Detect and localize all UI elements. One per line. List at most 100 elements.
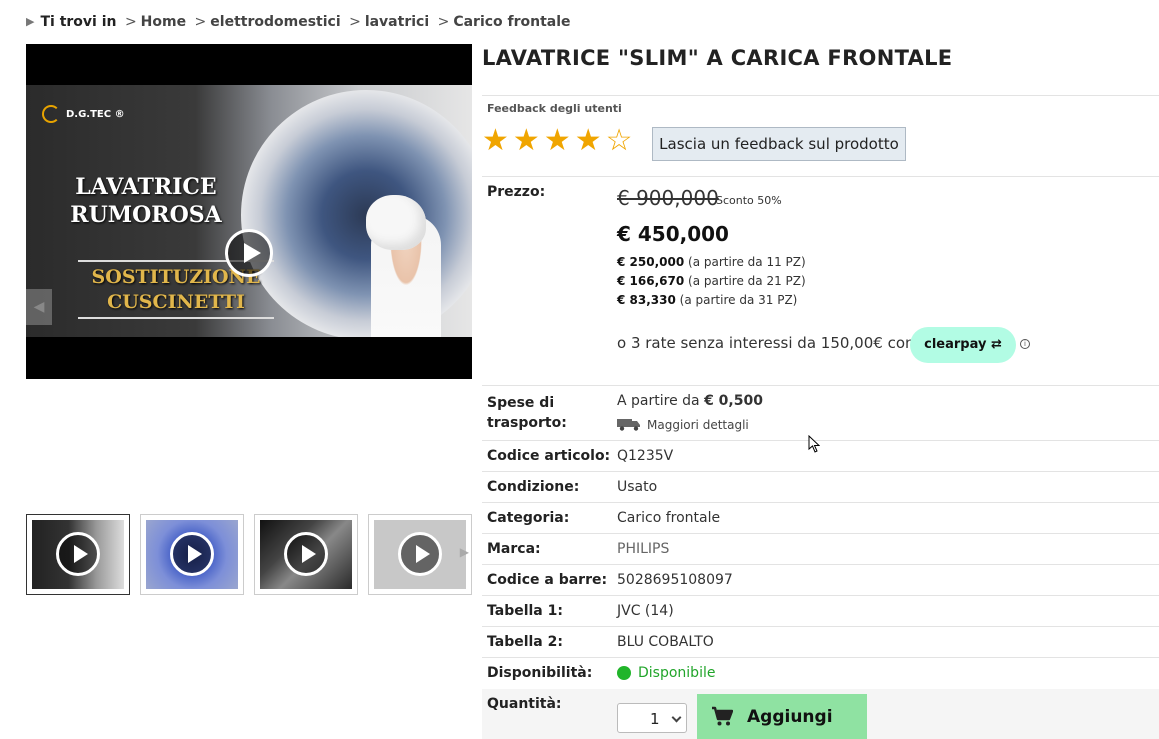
available-status-icon <box>617 666 631 680</box>
shipping-prefix: A partire da <box>617 393 700 409</box>
breadcrumb-lavatrici[interactable]: lavatrici <box>365 14 429 30</box>
leave-feedback-button[interactable]: Lascia un feedback sul prodotto <box>652 127 906 161</box>
thumbnail-strip: ▶ <box>26 514 472 595</box>
tier-price: € 83,330 (a partire da 31 PZ) <box>617 293 797 307</box>
installments-text: o 3 rate senza interessi da 150,00€ con <box>617 334 915 352</box>
breadcrumb-separator: > <box>194 14 207 30</box>
divider <box>482 95 1159 96</box>
divider <box>482 564 1159 565</box>
product-video[interactable]: D.G.TEC ® LAVATRICE RUMOROSA SOSTITUZION… <box>26 44 472 379</box>
divider <box>482 533 1159 534</box>
divider <box>482 657 1159 658</box>
spec-label: Codice articolo: <box>487 448 611 464</box>
video-headline: LAVATRICE RUMOROSA <box>70 174 222 228</box>
spec-value: Usato <box>617 479 658 495</box>
spec-label: Marca: <box>487 541 541 557</box>
breadcrumb-home[interactable]: Home <box>141 14 186 30</box>
shipping-label-line1: Spese di <box>487 395 555 411</box>
spec-label: Condizione: <box>487 479 580 495</box>
product-title: LAVATRICE "SLIM" A CARICA FRONTALE <box>482 46 953 70</box>
tier-amount: € 166,670 <box>617 274 685 288</box>
pillow-image <box>366 195 426 250</box>
breadcrumb-elettrodomestici[interactable]: elettrodomestici <box>210 14 340 30</box>
current-price: € 450,000 <box>617 222 729 246</box>
divider <box>482 176 1159 177</box>
breadcrumb-separator: > <box>437 14 450 30</box>
tier-note: (a partire da 21 PZ) <box>688 274 806 288</box>
spec-label: Codice a barre: <box>487 572 608 588</box>
star-filled-icon[interactable]: ★ <box>544 126 571 156</box>
shipping-details-link[interactable]: Maggiori dettagli <box>647 418 749 432</box>
divider <box>482 502 1159 503</box>
quantity-label: Quantità: <box>487 696 562 712</box>
breadcrumb-separator: > <box>349 14 361 30</box>
thumbnail-4[interactable]: ▶ <box>368 514 472 595</box>
price-label: Prezzo: <box>487 184 546 200</box>
old-price: € 900,000 <box>617 186 719 210</box>
tier-note: (a partire da 31 PZ) <box>679 293 798 307</box>
star-filled-icon[interactable]: ★ <box>482 126 509 156</box>
info-icon[interactable]: i <box>1020 339 1030 349</box>
availability-value: Disponibile <box>638 665 716 681</box>
thumbnail-1[interactable] <box>26 514 130 595</box>
truck-icon <box>617 419 640 431</box>
mouse-cursor-icon <box>808 435 820 453</box>
divider <box>482 595 1159 596</box>
logo-ring-icon <box>42 105 60 123</box>
thumbnail-3[interactable] <box>254 514 358 595</box>
chevron-right-icon[interactable]: ▶ <box>460 545 469 559</box>
spec-label: Tabella 2: <box>487 634 563 650</box>
shipping-amount: € 0,500 <box>704 393 763 409</box>
shipping-label-line2: trasporto: <box>487 415 567 431</box>
breadcrumb-separator: > <box>124 14 137 30</box>
tier-amount: € 83,330 <box>617 293 676 307</box>
shipping-value: A partire da € 0,500 <box>617 393 763 409</box>
thumbnail-2[interactable] <box>140 514 244 595</box>
clearpay-label: clearpay <box>924 337 987 352</box>
breadcrumb-prefix: Ti trovi in <box>40 14 117 30</box>
breadcrumb-carico-frontale[interactable]: Carico frontale <box>453 14 570 30</box>
divider <box>482 385 1159 386</box>
clearpay-badge[interactable]: clearpay ⇄ <box>910 327 1016 363</box>
availability-label: Disponibilità: <box>487 665 593 681</box>
divider <box>78 317 274 319</box>
tier-price: € 250,000 (a partire da 11 PZ) <box>617 255 806 269</box>
brand-name: D.G.TEC ® <box>66 108 125 120</box>
star-empty-icon[interactable]: ☆ <box>606 126 633 156</box>
play-icon <box>398 532 442 576</box>
divider <box>482 626 1159 627</box>
tier-note: (a partire da 11 PZ) <box>688 255 806 269</box>
spec-value: Carico frontale <box>617 510 721 526</box>
divider <box>482 440 1159 441</box>
add-to-cart-button[interactable]: Aggiungi <box>697 694 867 739</box>
cart-icon <box>712 706 733 726</box>
chevron-down-icon <box>671 712 682 723</box>
spec-value: BLU COBALTO <box>617 634 714 650</box>
play-icon <box>56 532 100 576</box>
play-icon <box>170 532 214 576</box>
spec-label: Tabella 1: <box>487 603 563 619</box>
discount-badge: Sconto 50% <box>716 194 782 207</box>
rating-stars[interactable]: ★ ★ ★ ★ ☆ <box>482 126 633 156</box>
brand-logo: D.G.TEC ® <box>42 105 125 123</box>
chevron-left-icon[interactable]: ◀ <box>26 289 52 325</box>
divider <box>482 471 1159 472</box>
play-icon[interactable] <box>225 229 273 277</box>
quantity-value: 1 <box>650 710 660 728</box>
play-icon <box>284 532 328 576</box>
video-thumbnail: D.G.TEC ® LAVATRICE RUMOROSA SOSTITUZION… <box>26 85 472 337</box>
star-filled-icon[interactable]: ★ <box>575 126 602 156</box>
spec-label: Categoria: <box>487 510 570 526</box>
clearpay-arrows-icon: ⇄ <box>990 337 1002 352</box>
breadcrumb: ▶ Ti trovi in > Home > elettrodomestici > la… <box>26 14 571 30</box>
spec-value: 5028695108097 <box>617 572 733 588</box>
video-subheadline: SOSTITUZIONE CUSCINETTI <box>91 266 261 313</box>
tier-price: € 166,670 (a partire da 21 PZ) <box>617 274 806 288</box>
add-to-cart-label: Aggiungi <box>747 707 833 727</box>
quantity-select[interactable]: 1 <box>617 703 687 733</box>
spec-value: Q1235V <box>617 448 674 464</box>
chevron-right-icon: ▶ <box>26 15 35 28</box>
star-filled-icon[interactable]: ★ <box>513 126 540 156</box>
spec-value: JVC (14) <box>617 603 674 619</box>
spec-value-brand[interactable]: PHILIPS <box>617 541 669 557</box>
